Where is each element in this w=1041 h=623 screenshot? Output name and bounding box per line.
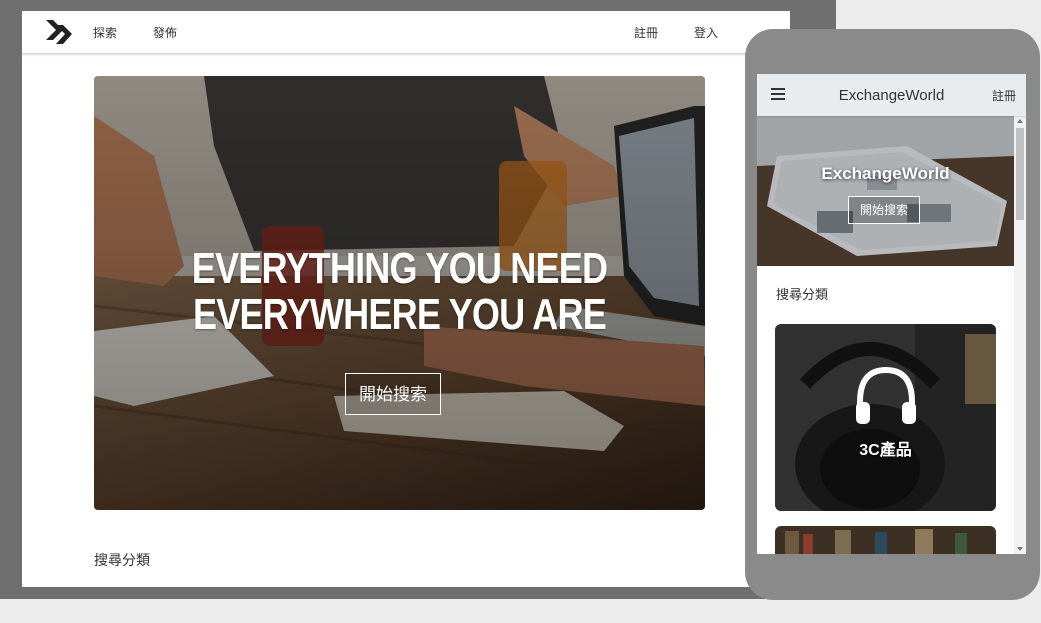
hero-headline: EVERYTHING YOU NEED EVERYWHERE YOU ARE bbox=[149, 246, 650, 338]
mobile-category-section-title: 搜尋分類 bbox=[776, 288, 829, 303]
mobile-hero-image bbox=[757, 116, 1014, 266]
start-search-button[interactable]: 開始搜索 bbox=[345, 373, 441, 415]
mobile-start-search-button[interactable]: 開始搜索 bbox=[848, 196, 920, 224]
nav-login-link[interactable]: 登入 bbox=[694, 24, 718, 41]
category-card-image-2 bbox=[775, 526, 996, 554]
mobile-navbar: ExchangeWorld 註冊 bbox=[757, 74, 1026, 116]
nav-register-link[interactable]: 註冊 bbox=[634, 24, 658, 41]
category-card-label: 3C產品 bbox=[859, 442, 912, 459]
scroll-up-arrow-icon[interactable] bbox=[1017, 119, 1023, 123]
category-card-next[interactable] bbox=[775, 526, 996, 554]
mobile-content: ExchangeWorld 開始搜索 搜尋分類 3C產品 bbox=[757, 116, 1014, 554]
hero-banner: EVERYTHING YOU NEED EVERYWHERE YOU ARE 開… bbox=[94, 76, 705, 510]
mobile-hero-title: ExchangeWorld bbox=[821, 164, 950, 183]
category-card-3c[interactable]: 3C產品 bbox=[775, 324, 996, 511]
desktop-screen: 探索 發佈 註冊 登入 EVERYTHING YOU NEED EVERYWHE… bbox=[22, 11, 790, 587]
nav-publish-link[interactable]: 發佈 bbox=[153, 24, 177, 41]
mobile-brand[interactable]: ExchangeWorld bbox=[757, 87, 1026, 104]
mobile-register-link[interactable]: 註冊 bbox=[992, 87, 1016, 104]
mobile-scrollbar[interactable] bbox=[1014, 116, 1026, 554]
nav-explore-link[interactable]: 探索 bbox=[93, 24, 117, 41]
desktop-navbar: 探索 發佈 註冊 登入 bbox=[22, 11, 790, 53]
category-section-title: 搜尋分類 bbox=[94, 553, 150, 569]
category-card-image bbox=[775, 324, 996, 511]
scrollbar-thumb[interactable] bbox=[1016, 128, 1024, 220]
hero-headline-line2: EVERYWHERE YOU ARE bbox=[193, 290, 607, 339]
scroll-down-arrow-icon[interactable] bbox=[1017, 547, 1023, 551]
hero-headline-line1: EVERYTHING YOU NEED bbox=[191, 244, 608, 293]
phone-screen: ExchangeWorld 註冊 ExchangeWorld 開始搜索 搜尋分類 bbox=[757, 74, 1026, 554]
logo-icon[interactable] bbox=[44, 17, 74, 47]
mobile-hero-banner: ExchangeWorld 開始搜索 bbox=[757, 116, 1014, 266]
